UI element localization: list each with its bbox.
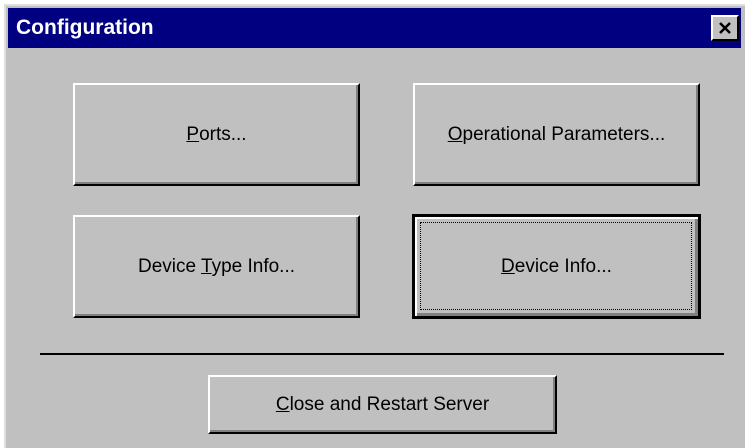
operational-parameters-button-label: Operational Parameters... (447, 123, 666, 145)
device-info-button[interactable]: Device Info... (412, 214, 701, 319)
ports-button-label: Ports... (186, 123, 247, 145)
device-type-info-button[interactable]: Device Type Info... (73, 215, 360, 318)
operational-parameters-button[interactable]: Operational Parameters... (413, 83, 700, 186)
configuration-dialog: Configuration Ports... Operational Param… (4, 4, 745, 448)
title-bar: Configuration (8, 8, 741, 48)
separator-line (40, 353, 724, 355)
close-and-restart-server-button[interactable]: Close and Restart Server (208, 375, 557, 434)
close-icon (719, 22, 731, 34)
close-button[interactable] (711, 15, 739, 41)
ports-button[interactable]: Ports... (73, 83, 360, 186)
window-title: Configuration (16, 16, 154, 39)
device-type-info-button-label: Device Type Info... (137, 255, 296, 277)
device-info-button-label: Device Info... (501, 255, 612, 277)
close-and-restart-server-button-label: Close and Restart Server (275, 393, 490, 415)
